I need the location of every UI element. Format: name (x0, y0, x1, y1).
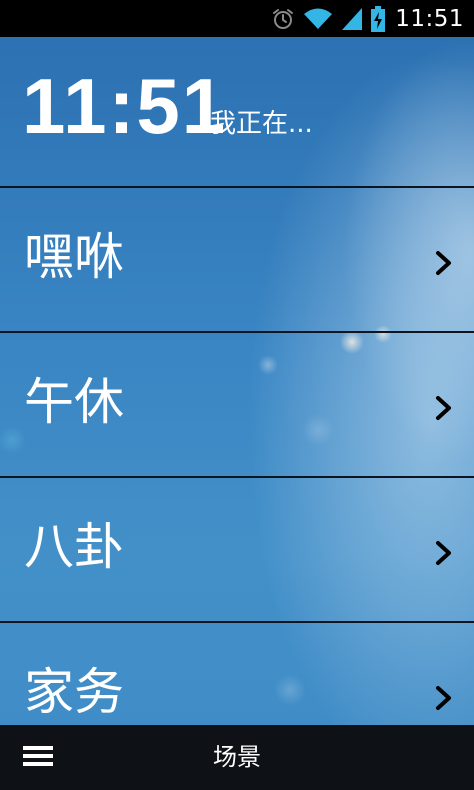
menu-button[interactable] (18, 743, 58, 773)
bottom-bar-title: 场景 (213, 743, 261, 771)
chevron-right-icon (434, 250, 454, 276)
signal-icon (341, 7, 363, 31)
clock-time: 11:51 (22, 62, 228, 150)
scene-item-label: 八卦 (24, 518, 124, 576)
hamburger-menu-icon (23, 745, 53, 771)
scene-item-label: 嘿咻 (24, 228, 124, 286)
scene-item-label: 午休 (24, 373, 124, 431)
scene-list: 嘿咻 午休 八卦 家务 (0, 186, 474, 766)
wifi-icon (303, 7, 333, 31)
scene-item-bagua[interactable]: 八卦 (0, 476, 474, 621)
battery-charging-icon (371, 5, 386, 32)
status-time: 11:51 (395, 5, 464, 32)
chevron-right-icon (434, 395, 454, 421)
scene-item-heixiu[interactable]: 嘿咻 (0, 186, 474, 331)
status-bar: 11:51 (0, 0, 474, 37)
scene-item-wuxiu[interactable]: 午休 (0, 331, 474, 476)
alarm-icon (271, 7, 295, 31)
bottom-bar: 场景 (0, 725, 474, 790)
status-prompt: 我正在... (210, 109, 313, 139)
header: 11:51 我正在... (0, 37, 474, 186)
scene-item-label: 家务 (24, 663, 124, 721)
chevron-right-icon (434, 685, 454, 711)
chevron-right-icon (434, 540, 454, 566)
